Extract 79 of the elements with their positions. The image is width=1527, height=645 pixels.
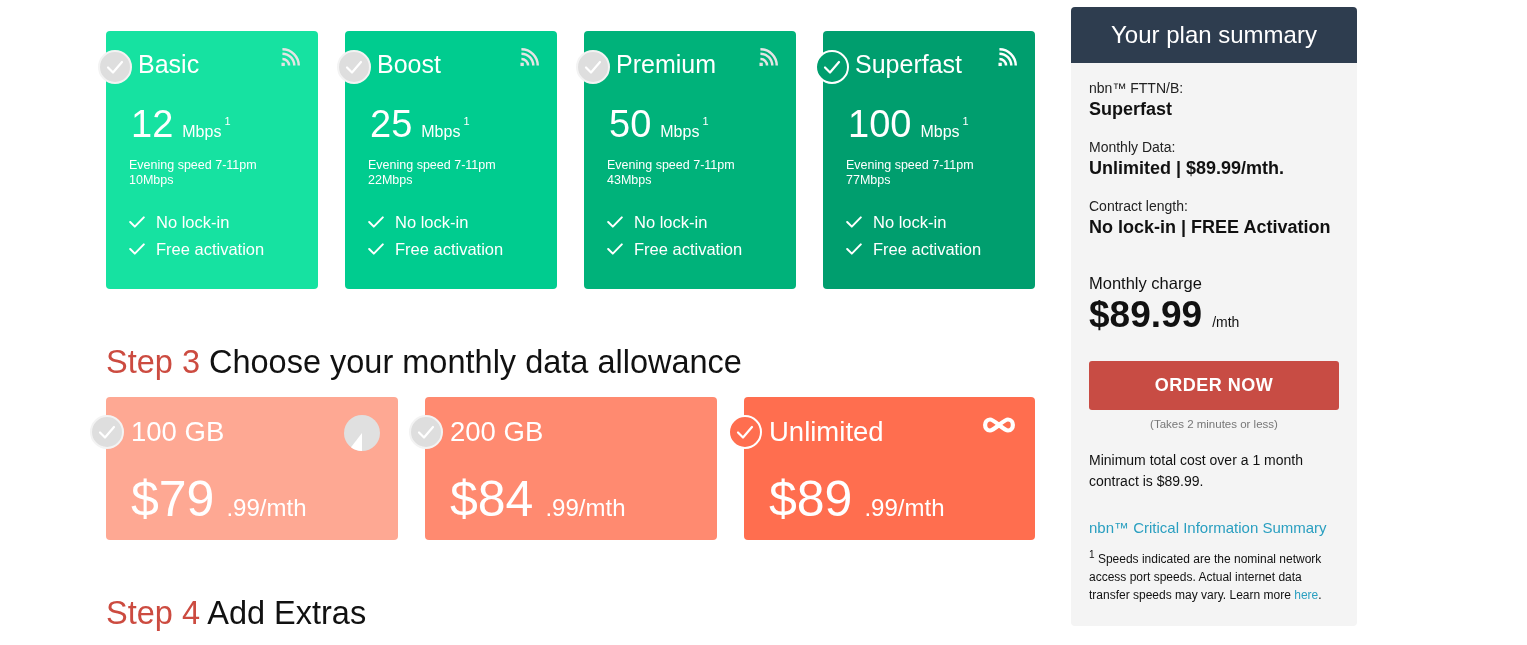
monthly-charge-unit: /mth [1212,313,1240,331]
speed-unit: Mbps [660,122,700,142]
section-heading: Step 4 Add Extras [106,594,368,632]
speed-card[interactable]: Basic 12 Mbps $^{1}$ Evening speed 7-11pm 10Mbps No lock-in Free activation [106,31,318,289]
plan-name: Superfast [855,49,962,79]
check-icon [607,215,623,228]
speed-card[interactable]: Superfast 100 Mbps $^{1}$ Evening speed 7-11pm 77Mbps No lock-in Free activation [823,31,1035,289]
speed-unit: Mbps [182,122,222,142]
price-cents: .99/mth [545,494,626,522]
price-value: $79 [131,471,215,527]
pie-chart-icon [344,415,380,451]
evening-speed-label: Evening speed 7-11pm [129,158,257,173]
price-value: $89 [769,471,853,527]
signal-icon [998,48,1017,67]
footnote-mark: 1 [962,115,969,127]
signal-icon [520,48,539,67]
signal-icon [281,48,300,67]
summary-value: No lock-in | FREE Activation [1089,216,1331,239]
speed-unit: Mbps [920,122,960,142]
price-cents: .99/mth [864,494,945,522]
section-heading: Step 3 Choose your monthly data allowance [106,343,743,381]
check-icon [846,215,862,228]
feature-text: Free activation [395,238,504,259]
evening-speed-value: 43Mbps [607,173,652,188]
plan-name: Basic [138,49,200,79]
order-now-button[interactable]: ORDER NOW [1089,361,1339,410]
footnote-mark: 1 [463,115,470,127]
critical-information-link[interactable]: nbn™ Critical Information Summary [1089,518,1327,538]
check-icon [129,215,145,228]
evening-speed-value: 22Mbps [368,173,413,188]
speed-value: 12 [131,102,174,146]
price-cents: .99/mth [226,494,307,522]
data-plan-name: 100 GB [131,415,225,449]
plan-name: Boost [377,49,441,79]
summary-title: Your plan summary [1071,7,1357,63]
check-icon [846,242,862,255]
data-plan-card[interactable]: 200 GB $84 .99/mth [425,397,717,540]
check-icon [368,242,384,255]
summary-value: Unlimited | $89.99/mth. [1089,157,1285,180]
speed-card[interactable]: Boost 25 Mbps $^{1}$ Evening speed 7-11pm 22Mbps No lock-in Free activation [345,31,557,289]
feature-text: No lock-in [156,211,230,232]
speed-value: 100 [848,102,912,146]
order-time-note: (Takes 2 minutes or less) [1150,417,1278,432]
evening-speed-value: 10Mbps [129,173,174,188]
check-icon [368,215,384,228]
plan-name: Premium [616,49,716,79]
speed-unit: Mbps [421,122,461,142]
summary-value: Superfast [1089,98,1173,121]
footnote-text: $^{1}$ Speeds indicated are the nominal network access port speeds. Actual internet data transfer speeds may vary. Learn more here. [1089,548,1323,604]
speed-card[interactable]: Premium 50 Mbps $^{1}$ Evening speed 7-11pm 43Mbps No lock-in Free activation [584,31,796,289]
footnote-mark: 1 [702,115,709,127]
footnote-mark: 1 [224,115,231,127]
monthly-charge-value: $89.99 [1089,293,1203,337]
data-plan-card[interactable]: Unlimited $89 .99/mth [744,397,1035,540]
evening-speed-label: Evening speed 7-11pm [607,158,735,173]
feature-text: No lock-in [395,211,469,232]
minimum-cost-text: Minimum total cost over a 1 month contract is $89.99. [1089,451,1304,491]
evening-speed-value: 77Mbps [846,173,891,188]
feature-text: No lock-in [634,211,708,232]
infinity-icon [981,416,1017,434]
feature-text: Free activation [156,238,265,259]
monthly-charge-label: Monthly charge [1089,273,1202,293]
evening-speed-label: Evening speed 7-11pm [368,158,496,173]
data-plan-name: Unlimited [769,415,884,449]
check-icon [129,242,145,255]
speed-value: 25 [370,102,413,146]
signal-icon [759,48,778,67]
feature-text: Free activation [634,238,743,259]
speed-value: 50 [609,102,652,146]
evening-speed-label: Evening speed 7-11pm [846,158,974,173]
summary-label: nbn™ FTTN/B: [1089,79,1184,98]
summary-label: Contract length: [1089,197,1188,216]
data-plan-name: 200 GB [450,415,544,449]
summary-label: Monthly Data: [1089,138,1176,157]
data-plan-card[interactable]: 100 GB $79 .99/mth [106,397,398,540]
feature-text: No lock-in [873,211,947,232]
feature-text: Free activation [873,238,982,259]
check-icon [607,242,623,255]
price-value: $84 [450,471,534,527]
